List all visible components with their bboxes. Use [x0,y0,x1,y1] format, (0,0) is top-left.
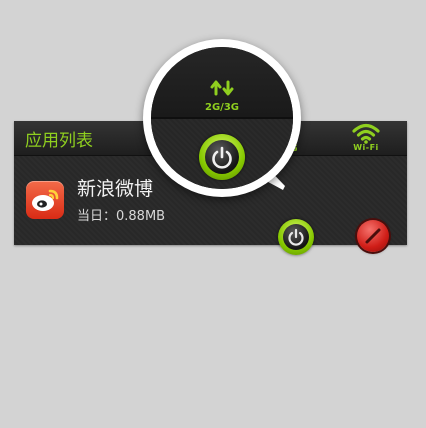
app-name: 新浪微博 [77,178,154,200]
block-icon [365,228,381,244]
wifi-icon [352,123,380,144]
wifi-column-label: Wi-Fi [353,143,379,152]
magnifier-bubble: 2G/3G [143,39,301,197]
magnifier-lens: 2G/3G [151,47,293,189]
app-daily-usage: 当日：0.88MB [77,209,166,224]
wifi-block-toggle[interactable] [357,220,389,252]
weibo-app-icon [26,181,64,219]
section-title: 应用列表 [25,131,93,151]
network-type-label: 2G/3G [205,102,239,113]
power-icon [283,224,309,250]
data-transfer-icon [210,80,234,96]
magnifier-header: 2G/3G [151,47,293,117]
mobile-data-toggle[interactable] [278,219,314,255]
power-icon [205,140,239,174]
wifi-column-header: Wi-Fi [346,122,386,154]
weibo-logo-icon [32,189,59,211]
mobile-data-toggle-zoomed [199,134,245,180]
